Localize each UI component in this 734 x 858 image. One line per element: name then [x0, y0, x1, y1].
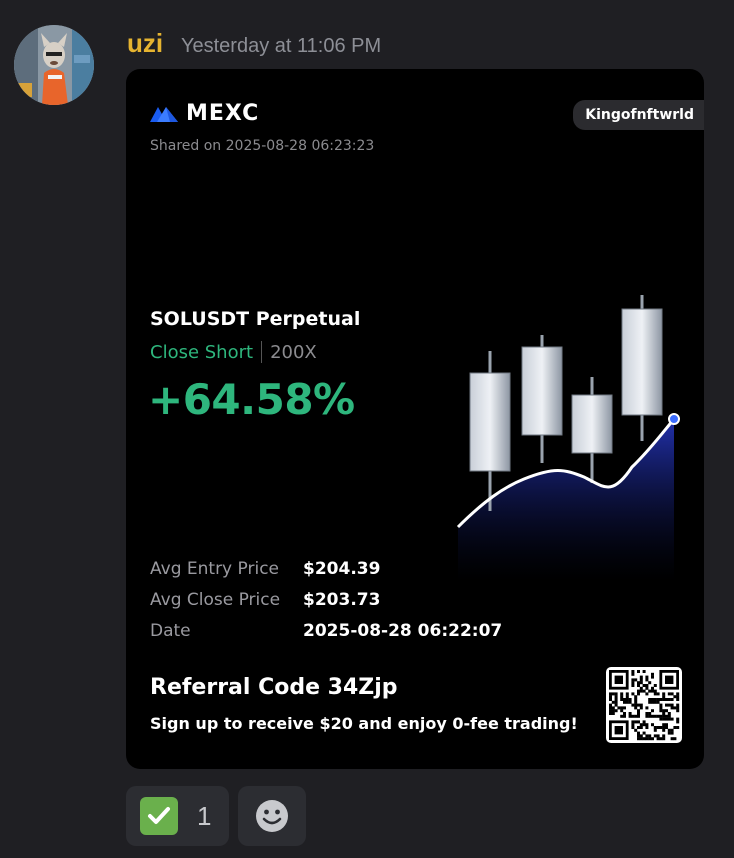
position-info: Close Short 200X — [150, 341, 317, 363]
trading-pair: SOLUSDT Perpetual — [150, 308, 361, 330]
candle-body — [469, 372, 511, 472]
price-endpoint — [668, 413, 680, 425]
qr-code-pattern — [609, 670, 680, 741]
signup-promo: Sign up to receive $20 and enjoy 0-fee t… — [150, 714, 578, 733]
reaction-count: 1 — [197, 800, 212, 831]
position-action: Close Short — [150, 341, 254, 363]
stat-value: $203.73 — [303, 589, 381, 610]
trade-share-card[interactable]: MEXC Shared on 2025-08-28 06:23:23 Kingo… — [126, 69, 704, 769]
candle-body — [571, 394, 613, 454]
stat-label: Avg Close Price — [150, 589, 281, 610]
candlestick-illustration — [456, 295, 680, 581]
candle-body — [621, 308, 663, 416]
user-tag: Kingofnftwrld — [573, 100, 704, 130]
check-mark-icon — [140, 797, 178, 835]
stat-value: 2025-08-28 06:22:07 — [303, 620, 503, 641]
stat-row: Avg Entry Price $204.39 — [150, 553, 502, 584]
stat-value: $204.39 — [303, 558, 381, 579]
referral-code: Referral Code 34Zjp — [150, 675, 398, 700]
user-avatar[interactable] — [14, 25, 94, 105]
roi-percentage: +64.58% — [148, 375, 355, 424]
leverage: 200X — [270, 341, 317, 363]
add-reaction-icon — [256, 800, 288, 832]
stat-label: Date — [150, 620, 191, 641]
brand-logo: MEXC — [150, 101, 259, 126]
qr-code — [606, 667, 682, 743]
add-reaction-button[interactable] — [238, 786, 306, 846]
avatar-illustration — [14, 25, 94, 105]
stat-label: Avg Entry Price — [150, 558, 279, 579]
stat-row: Date 2025-08-28 06:22:07 — [150, 615, 502, 646]
shared-date: Shared on 2025-08-28 06:23:23 — [150, 138, 375, 154]
reaction-check[interactable]: 1 — [126, 786, 229, 846]
message-timestamp: Yesterday at 11:06 PM — [181, 35, 382, 57]
mexc-logo-icon — [150, 106, 178, 122]
author-name[interactable]: uzi — [127, 28, 163, 59]
brand-name: MEXC — [186, 101, 260, 126]
trade-stats: Avg Entry Price $204.39 Avg Close Price … — [150, 553, 502, 646]
stat-row: Avg Close Price $203.73 — [150, 584, 502, 615]
candle-body — [521, 346, 563, 436]
divider — [261, 341, 263, 363]
